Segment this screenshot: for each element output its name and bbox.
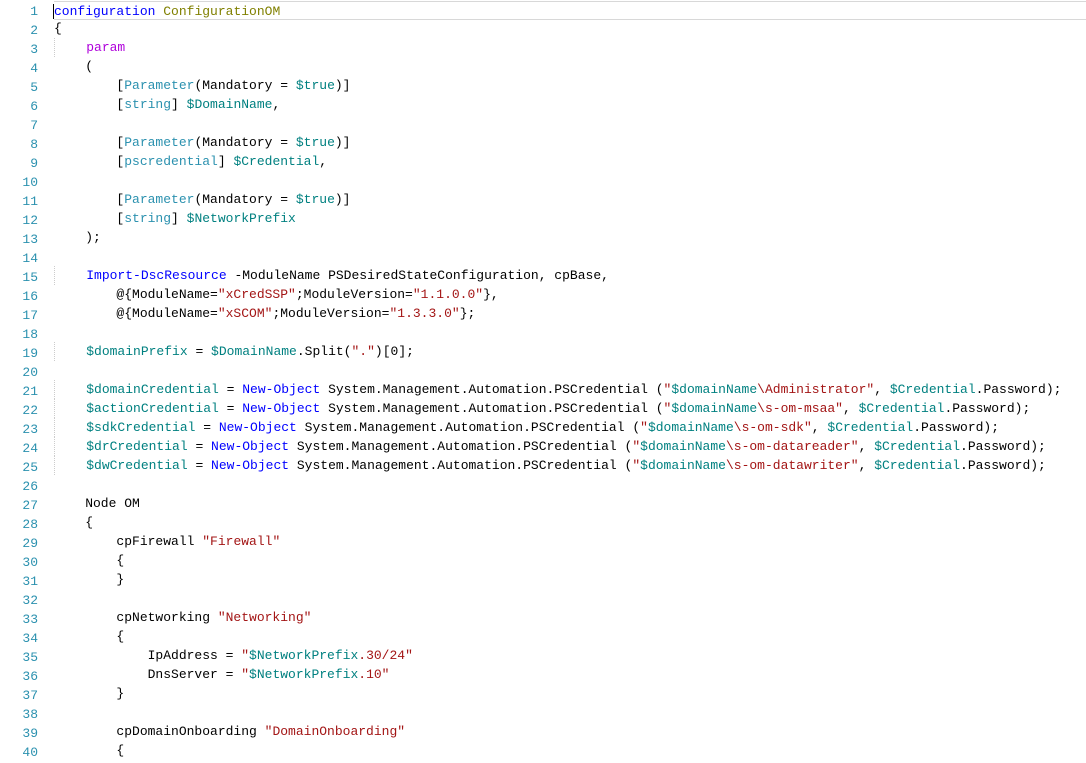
line-number: 35	[8, 648, 38, 667]
line-number: 5	[8, 78, 38, 97]
line-number: 40	[8, 743, 38, 762]
code-line[interactable]: (	[54, 57, 1086, 76]
line-number: 7	[8, 116, 38, 135]
code-line[interactable]: {	[54, 513, 1086, 532]
code-line[interactable]: $domainCredential = New-Object System.Ma…	[54, 380, 1086, 399]
code-line[interactable]	[54, 114, 1086, 133]
code-line[interactable]: cpFirewall "Firewall"	[54, 532, 1086, 551]
line-number: 11	[8, 192, 38, 211]
code-line[interactable]: [pscredential] $Credential,	[54, 152, 1086, 171]
line-number: 16	[8, 287, 38, 306]
line-number: 38	[8, 705, 38, 724]
line-number: 8	[8, 135, 38, 154]
line-number: 36	[8, 667, 38, 686]
line-number: 27	[8, 496, 38, 515]
code-line[interactable]: $sdkCredential = New-Object System.Manag…	[54, 418, 1086, 437]
line-number: 32	[8, 591, 38, 610]
code-line[interactable]: $drCredential = New-Object System.Manage…	[54, 437, 1086, 456]
line-number: 31	[8, 572, 38, 591]
code-line[interactable]	[54, 247, 1086, 266]
line-number: 25	[8, 458, 38, 477]
line-number: 24	[8, 439, 38, 458]
line-number: 22	[8, 401, 38, 420]
code-editor[interactable]: 1234567891011121314151617181920212223242…	[0, 0, 1086, 763]
code-line[interactable]: DnsServer = "$NetworkPrefix.10"	[54, 665, 1086, 684]
line-number: 29	[8, 534, 38, 553]
code-line[interactable]: $domainPrefix = $DomainName.Split(".")[0…	[54, 342, 1086, 361]
code-line[interactable]	[54, 323, 1086, 342]
code-line[interactable]: {	[54, 741, 1086, 760]
line-number: 15	[8, 268, 38, 287]
code-line[interactable]: param	[54, 38, 1086, 57]
line-number: 19	[8, 344, 38, 363]
line-number: 14	[8, 249, 38, 268]
code-line[interactable]: }	[54, 684, 1086, 703]
code-line[interactable]	[54, 703, 1086, 722]
code-line[interactable]: @{ModuleName="xCredSSP";ModuleVersion="1…	[54, 285, 1086, 304]
line-number: 34	[8, 629, 38, 648]
code-area[interactable]: configuration ConfigurationOM{ param ( […	[50, 0, 1086, 763]
line-number: 39	[8, 724, 38, 743]
code-line[interactable]	[54, 171, 1086, 190]
line-number: 21	[8, 382, 38, 401]
line-number: 23	[8, 420, 38, 439]
line-number: 10	[8, 173, 38, 192]
line-number: 4	[8, 59, 38, 78]
code-line[interactable]: {	[54, 551, 1086, 570]
line-number: 18	[8, 325, 38, 344]
line-number: 12	[8, 211, 38, 230]
line-number: 17	[8, 306, 38, 325]
code-line[interactable]: Node OM	[54, 494, 1086, 513]
line-number: 1	[8, 2, 38, 21]
code-line[interactable]: [string] $NetworkPrefix	[54, 209, 1086, 228]
code-line[interactable]: configuration ConfigurationOM	[54, 1, 1086, 20]
code-line[interactable]: );	[54, 228, 1086, 247]
code-line[interactable]: $dwCredential = New-Object System.Manage…	[54, 456, 1086, 475]
line-number: 26	[8, 477, 38, 496]
code-line[interactable]	[54, 475, 1086, 494]
line-number-gutter: 1234567891011121314151617181920212223242…	[0, 0, 50, 763]
code-line[interactable]: cpDomainOnboarding "DomainOnboarding"	[54, 722, 1086, 741]
code-line[interactable]: cpNetworking "Networking"	[54, 608, 1086, 627]
code-line[interactable]: {	[54, 19, 1086, 38]
line-number: 30	[8, 553, 38, 572]
line-number: 3	[8, 40, 38, 59]
code-line[interactable]: [Parameter(Mandatory = $true)]	[54, 76, 1086, 95]
code-line[interactable]: [Parameter(Mandatory = $true)]	[54, 190, 1086, 209]
line-number: 28	[8, 515, 38, 534]
line-number: 20	[8, 363, 38, 382]
code-line[interactable]: $actionCredential = New-Object System.Ma…	[54, 399, 1086, 418]
line-number: 6	[8, 97, 38, 116]
code-line[interactable]: [string] $DomainName,	[54, 95, 1086, 114]
code-line[interactable]: Import-DscResource -ModuleName PSDesired…	[54, 266, 1086, 285]
line-number: 37	[8, 686, 38, 705]
code-line[interactable]	[54, 589, 1086, 608]
line-number: 9	[8, 154, 38, 173]
code-line[interactable]: [Parameter(Mandatory = $true)]	[54, 133, 1086, 152]
code-line[interactable]: @{ModuleName="xSCOM";ModuleVersion="1.3.…	[54, 304, 1086, 323]
code-line[interactable]: }	[54, 570, 1086, 589]
code-line[interactable]: {	[54, 627, 1086, 646]
line-number: 2	[8, 21, 38, 40]
line-number: 33	[8, 610, 38, 629]
code-line[interactable]: IpAddress = "$NetworkPrefix.30/24"	[54, 646, 1086, 665]
line-number: 13	[8, 230, 38, 249]
code-line[interactable]	[54, 361, 1086, 380]
